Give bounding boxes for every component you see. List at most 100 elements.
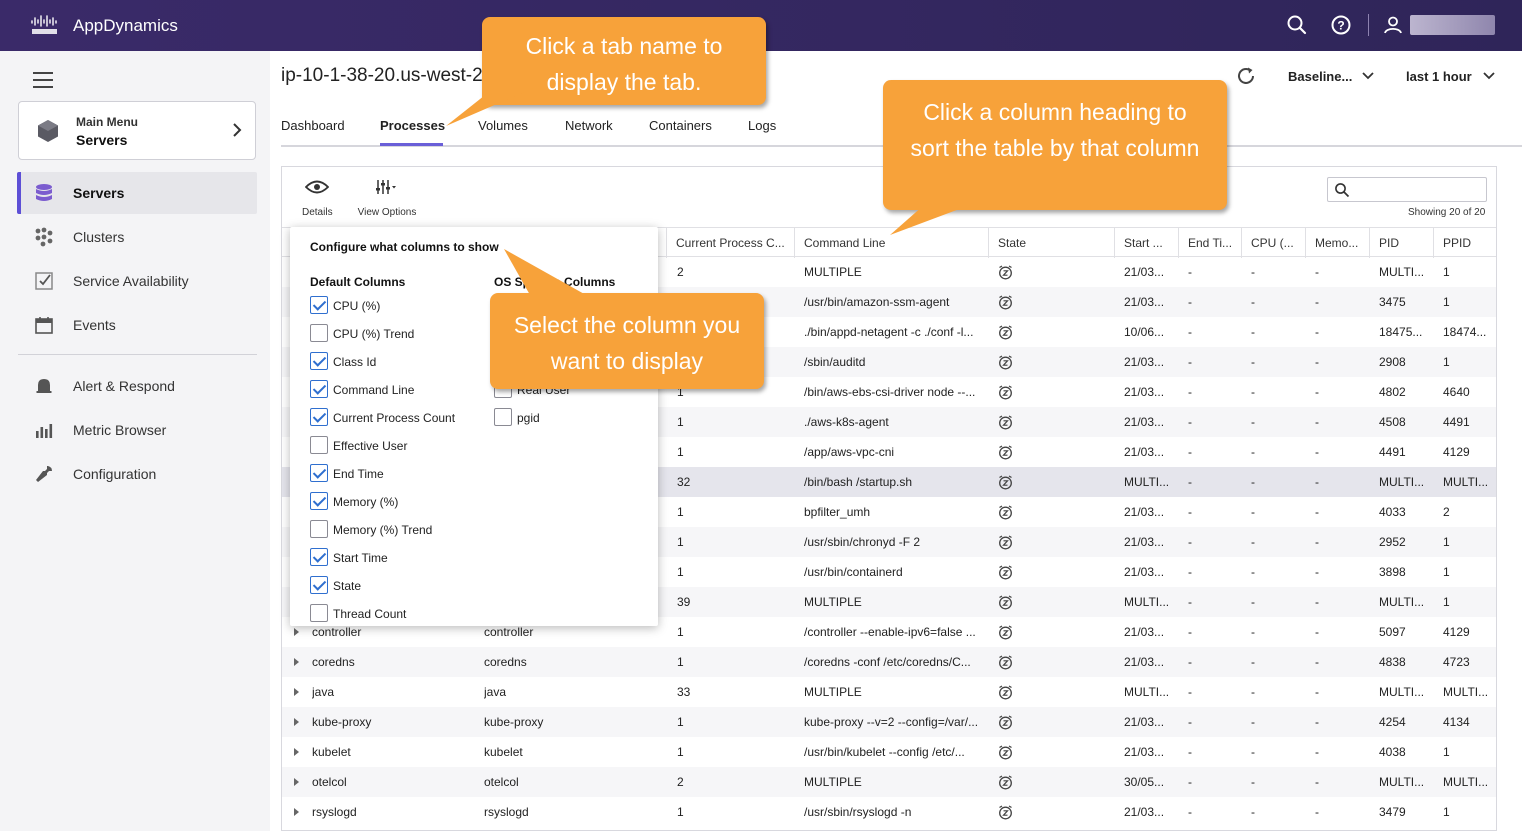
sleeping-state-icon bbox=[999, 715, 1012, 730]
checkbox[interactable] bbox=[310, 492, 328, 510]
ppid-cell: 4640 bbox=[1443, 385, 1470, 399]
ppid-cell: 1 bbox=[1443, 355, 1450, 369]
pid-cell: 3479 bbox=[1379, 805, 1406, 819]
column-header-state[interactable]: State bbox=[988, 228, 1114, 258]
table-row[interactable]: kubelet kubelet 1/usr/bin/kubelet --config… bbox=[282, 737, 1496, 767]
hamburger-menu-icon[interactable] bbox=[33, 72, 53, 88]
callout-select-hint: Select the column you want to display bbox=[490, 293, 764, 389]
ppid-cell: MULTI... bbox=[1443, 775, 1489, 789]
cpu-cell: - bbox=[1251, 775, 1255, 789]
expand-caret-icon[interactable] bbox=[294, 808, 299, 816]
end-time-cell: - bbox=[1188, 505, 1192, 519]
checkbox[interactable] bbox=[310, 520, 328, 538]
column-header-cpu[interactable]: CPU (... bbox=[1241, 228, 1305, 258]
tab-processes[interactable]: Processes bbox=[380, 118, 445, 133]
expand-caret-icon[interactable] bbox=[294, 688, 299, 696]
column-option-label: State bbox=[333, 579, 362, 593]
cpu-cell: - bbox=[1251, 685, 1255, 699]
end-time-cell: - bbox=[1188, 565, 1192, 579]
expand-caret-icon[interactable] bbox=[294, 628, 299, 636]
memory-cell: - bbox=[1315, 325, 1319, 339]
search-icon[interactable] bbox=[1286, 14, 1308, 36]
sleeping-state-icon bbox=[999, 295, 1012, 310]
checkbox[interactable] bbox=[310, 604, 328, 622]
ppid-cell: 1 bbox=[1443, 745, 1450, 759]
tab-dashboard[interactable]: Dashboard bbox=[281, 118, 345, 133]
start-time-cell: 21/03... bbox=[1124, 445, 1165, 459]
baseline-dropdown[interactable]: Baseline... bbox=[1288, 69, 1374, 84]
sidebar-item-clusters[interactable]: Clusters bbox=[17, 216, 257, 258]
class-id-cell: java bbox=[484, 685, 507, 699]
checkbox[interactable] bbox=[310, 296, 328, 314]
help-icon[interactable]: ? bbox=[1330, 14, 1352, 36]
process-count-cell: 1 bbox=[677, 535, 684, 549]
table-search-input[interactable] bbox=[1327, 177, 1487, 202]
column-option-label: End Time bbox=[333, 467, 384, 481]
sleeping-state-icon bbox=[999, 385, 1012, 400]
user-name-redacted[interactable] bbox=[1410, 15, 1495, 35]
column-header-end-time[interactable]: End Ti... bbox=[1178, 228, 1241, 258]
callout-tail bbox=[504, 249, 586, 295]
checkbox[interactable] bbox=[310, 380, 328, 398]
sidebar-item-metric-browser[interactable]: Metric Browser bbox=[17, 409, 257, 451]
sidebar-item-alert-respond[interactable]: Alert & Respond bbox=[17, 365, 257, 407]
details-button[interactable]: Details bbox=[302, 179, 333, 218]
user-icon[interactable] bbox=[1382, 14, 1404, 36]
checkbox[interactable] bbox=[310, 576, 328, 594]
view-options-button[interactable]: View Options bbox=[356, 179, 418, 218]
column-header-start-time[interactable]: Start ... bbox=[1114, 228, 1178, 258]
clusters-icon bbox=[35, 227, 53, 247]
sidebar-item-configuration[interactable]: Configuration bbox=[17, 453, 257, 495]
process-name-cell: kubelet bbox=[312, 745, 351, 759]
expand-caret-icon[interactable] bbox=[294, 778, 299, 786]
checkbox[interactable] bbox=[310, 324, 328, 342]
class-id-cell: rsyslogd bbox=[484, 805, 529, 819]
ppid-cell: 1 bbox=[1443, 535, 1450, 549]
main-menu-section: Servers bbox=[76, 132, 128, 148]
column-option-label: CPU (%) bbox=[333, 299, 381, 313]
expand-caret-icon[interactable] bbox=[294, 658, 299, 666]
main-menu-button[interactable]: Main Menu Servers bbox=[18, 101, 256, 160]
table-row[interactable]: kube-proxy kube-proxy 1 kube-proxy --v=2 --… bbox=[282, 707, 1496, 737]
process-count-cell: 1 bbox=[677, 505, 684, 519]
table-row[interactable]: java java 33 MULTIPLE MULTI... - - - MULTI... MUL… bbox=[282, 677, 1496, 707]
column-header-memory[interactable]: Memo... bbox=[1305, 228, 1369, 258]
checkbox[interactable] bbox=[494, 408, 512, 426]
tab-logs[interactable]: Logs bbox=[748, 118, 776, 133]
checkbox[interactable] bbox=[310, 352, 328, 370]
command-line-cell: /usr/sbin/rsyslogd -n bbox=[804, 805, 912, 819]
checkbox[interactable] bbox=[310, 408, 328, 426]
tab-containers[interactable]: Containers bbox=[649, 118, 712, 133]
expand-caret-icon[interactable] bbox=[294, 718, 299, 726]
table-row[interactable]: coredns coredns 1/coredns -conf /etc/cored… bbox=[282, 647, 1496, 677]
sidebar-item-servers[interactable]: Servers bbox=[17, 172, 257, 214]
process-count-cell: 1 bbox=[677, 655, 684, 669]
pid-cell: 4802 bbox=[1379, 385, 1406, 399]
cpu-cell: - bbox=[1251, 325, 1255, 339]
memory-cell: - bbox=[1315, 565, 1319, 579]
sleeping-state-icon bbox=[999, 565, 1012, 580]
database-icon bbox=[36, 184, 52, 201]
pid-cell: MULTI... bbox=[1379, 475, 1425, 489]
sidebar-item-events[interactable]: Events bbox=[17, 304, 257, 346]
refresh-icon[interactable] bbox=[1235, 65, 1257, 87]
table-row[interactable]: otelcol otelcol 2 MULTIPLE 30/05... - - - MULTI.… bbox=[282, 767, 1496, 797]
column-header-pid[interactable]: PID bbox=[1369, 228, 1433, 258]
checkbox[interactable] bbox=[310, 464, 328, 482]
expand-caret-icon[interactable] bbox=[294, 748, 299, 756]
checkbox[interactable] bbox=[310, 548, 328, 566]
command-line-cell: ./aws-k8s-agent bbox=[804, 415, 889, 429]
sidebar-item-service-availability[interactable]: Service Availability bbox=[17, 260, 257, 302]
column-header-current-process-count[interactable]: Current Process C... bbox=[666, 228, 794, 258]
table-row[interactable]: rsyslogd rsyslogd 1/usr/sbin/rsyslogd -n 21… bbox=[282, 797, 1496, 827]
checkbox[interactable] bbox=[310, 436, 328, 454]
process-count-cell: 33 bbox=[677, 685, 691, 699]
pid-cell: MULTI... bbox=[1379, 685, 1425, 699]
column-header-ppid[interactable]: PPID bbox=[1433, 228, 1496, 258]
process-count-cell: 1 bbox=[677, 805, 684, 819]
time-range-dropdown[interactable]: last 1 hour bbox=[1406, 69, 1495, 84]
tab-network[interactable]: Network bbox=[565, 118, 613, 133]
memory-cell: - bbox=[1315, 805, 1319, 819]
callout-column-hint: Click a column heading to sort the table… bbox=[883, 80, 1227, 210]
svg-text:?: ? bbox=[1337, 19, 1344, 33]
